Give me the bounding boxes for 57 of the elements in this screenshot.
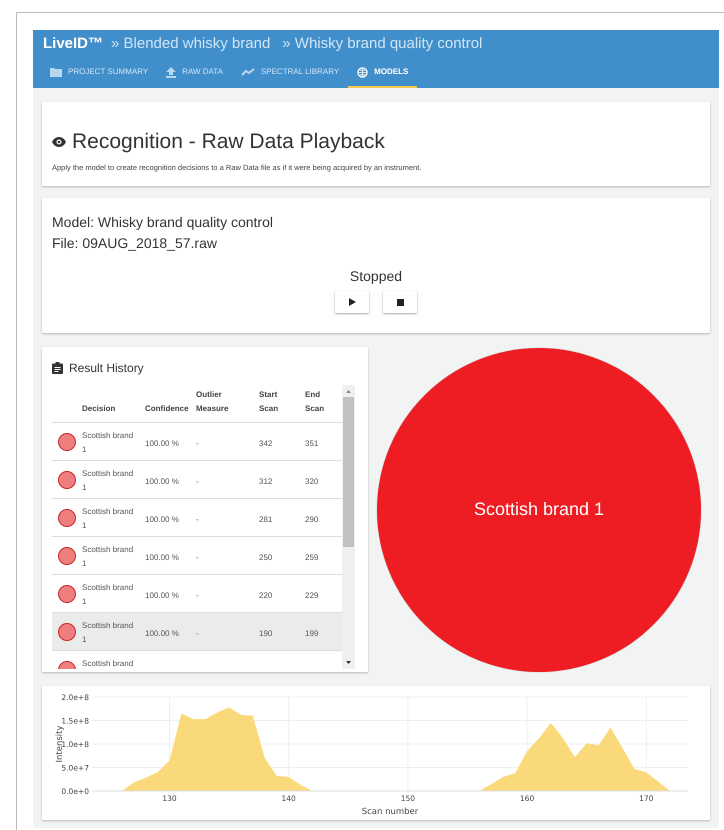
- table-cell: 250: [259, 553, 272, 562]
- table-cell-text: Scottish brand 1: [82, 430, 134, 456]
- table-cell: 100.00 %: [145, 629, 179, 638]
- scrollbar-thumb[interactable]: [343, 397, 354, 547]
- scrollbar[interactable]: [342, 385, 355, 669]
- play-icon: [348, 298, 356, 306]
- table-cell: 320: [305, 477, 318, 486]
- table-cell-text: Scottish brand 1: [82, 544, 134, 570]
- table-cell: 220: [259, 591, 272, 600]
- table-cell-text: Scottish brand 1: [82, 468, 134, 494]
- column-header: Outlier Measure: [196, 389, 230, 415]
- table-cell-text: Scottish brand 1: [82, 506, 134, 532]
- column-header: Decision: [82, 403, 116, 415]
- x-axis-title: Scan number: [362, 807, 418, 817]
- eye-icon: [52, 136, 66, 147]
- decision-label: Scottish brand 1: [474, 498, 604, 521]
- globe-icon: [357, 66, 368, 78]
- upload-icon: [166, 66, 176, 78]
- stop-button[interactable]: [383, 291, 417, 313]
- panel-title: Result History: [69, 360, 144, 377]
- column-header: Start Scan: [259, 389, 280, 415]
- column-header: End Scan: [305, 389, 326, 415]
- table-cell: 100.00 %: [145, 553, 179, 562]
- table-cell: 259: [305, 553, 318, 562]
- app-title: LiveID™: [43, 34, 104, 54]
- table-cell: -: [196, 515, 199, 524]
- table-cell: -: [196, 439, 199, 448]
- table-cell: -: [196, 591, 199, 600]
- playback-status: Stopped: [350, 267, 402, 286]
- table-cell-text: Scottish brand 1: [82, 620, 134, 646]
- page-title: Recognition - Raw Data Playback: [72, 129, 385, 155]
- clipboard-icon: [52, 362, 63, 374]
- table-cell: 100.00 %: [145, 515, 179, 524]
- table-cell: 281: [259, 515, 272, 524]
- result-row[interactable]: Scottish brand 1 100.00 % - 190 199: [52, 613, 342, 651]
- table-cell: 100.00 %: [145, 591, 179, 600]
- table-cell: -: [196, 477, 199, 486]
- model-name: Model: Whisky brand quality control: [52, 213, 274, 232]
- table-cell: 190: [259, 629, 272, 638]
- column-header: Confidence: [145, 403, 189, 415]
- table-cell: 342: [259, 439, 272, 448]
- file-name: File: 09AUG_2018_57.raw: [52, 234, 218, 253]
- table-cell-text: Scottish brand 1: [82, 582, 134, 608]
- table-cell: 100.00 %: [145, 477, 179, 486]
- line-chart-icon: [240, 68, 255, 76]
- table-cell: 312: [259, 477, 272, 486]
- table-cell: 351: [305, 439, 318, 448]
- table-cell: 100.00 %: [145, 439, 179, 448]
- table-cell: -: [196, 553, 199, 562]
- stop-icon: [396, 298, 404, 306]
- table-cell-text: Scottish brand: [82, 658, 134, 669]
- table-cell: -: [196, 629, 199, 638]
- table-cell: 290: [305, 515, 318, 524]
- table-cell: 229: [305, 591, 318, 600]
- folder-icon: [50, 67, 62, 77]
- play-button[interactable]: [335, 291, 369, 313]
- table-cell: 199: [305, 629, 318, 638]
